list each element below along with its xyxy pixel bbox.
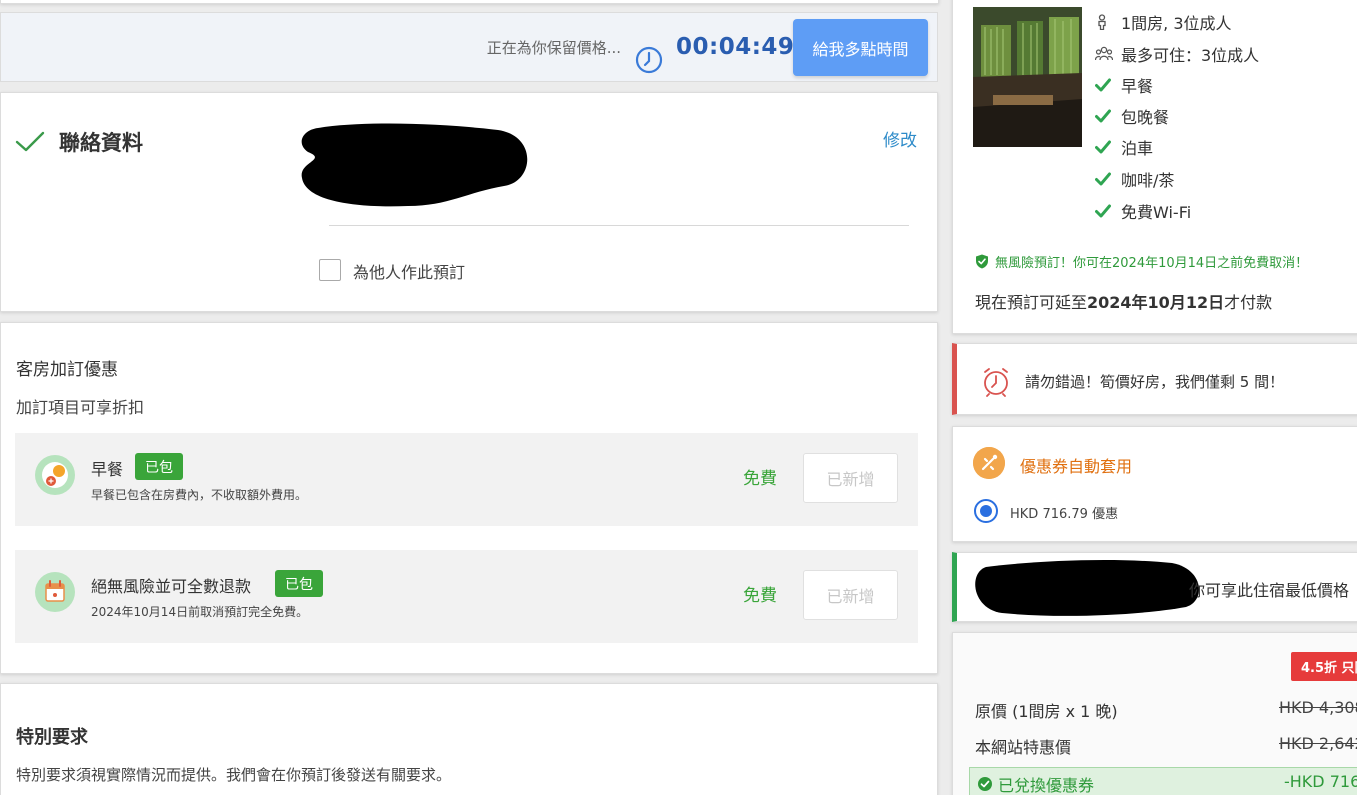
included-badge: 已包 xyxy=(135,453,183,480)
book-for-other-label[interactable]: 為他人作此預訂 xyxy=(353,259,465,283)
original-price-value: HKD 4,308 xyxy=(1279,698,1357,717)
coupon-amount[interactable]: HKD 716.79 優惠 xyxy=(1010,503,1118,522)
feature-breakfast: 早餐 xyxy=(1095,73,1153,97)
feature-coffee-tea: 咖啡/茶 xyxy=(1095,167,1174,191)
pay-later-prefix: 現在預訂可延至 xyxy=(975,293,1088,312)
coupon-applied-text: 已兌換優惠券 xyxy=(998,776,1095,795)
price-hold-text: 正在為你保留價格... xyxy=(486,39,621,57)
addons-title: 客房加訂優惠 xyxy=(16,360,118,380)
feature-text: 最多可住：3位成人 xyxy=(1121,46,1260,65)
coupon-applied-row: 已兌換優惠券 -HKD 716 xyxy=(969,767,1357,795)
check-icon xyxy=(1095,140,1121,154)
feature-text: 免費Wi-Fi xyxy=(1121,203,1192,222)
countdown-timer: 00:04:49 xyxy=(676,34,795,60)
scarcity-text: 請勿錯過！筍價好房，我們僅剩 5 間！ xyxy=(1025,373,1285,391)
pay-later-date: 2024年10月12日 xyxy=(1087,293,1225,312)
checkmark-icon xyxy=(15,131,45,157)
site-price-value: HKD 2,642 xyxy=(1279,734,1357,753)
pay-later-notice: 現在預訂可延至2024年10月12日才付款 xyxy=(975,289,1272,313)
coupon-applied-label: 已兌換優惠券 xyxy=(978,772,1094,795)
room-photo xyxy=(973,7,1082,147)
price-hold-bar: 正在為你保留價格... 00:04:49 給我多點時間 xyxy=(0,12,938,82)
scarcity-alert: 請勿錯過！筍價好房，我們僅剩 5 間！ xyxy=(952,343,1357,415)
check-icon xyxy=(1095,78,1121,92)
addon-breakfast: 早餐 已包 早餐已包含在房費內，不收取額外費用。 免費 已新增 xyxy=(15,433,918,526)
feature-text: 泊車 xyxy=(1121,139,1154,158)
coupon-title: 優惠券自動套用 xyxy=(1020,457,1133,476)
edit-contact-link[interactable]: 修改 xyxy=(883,126,917,151)
feature-rooms-guests: 1間房, 3位成人 xyxy=(1095,10,1232,34)
site-price-label: 本網站特惠價 xyxy=(975,738,1072,757)
feature-parking: 泊車 xyxy=(1095,135,1153,159)
addon-name: 早餐 xyxy=(91,460,124,479)
redacted-text xyxy=(972,559,1202,617)
addon-description: 早餐已包含在房費內，不收取額外費用。 xyxy=(91,488,308,502)
feature-max-occupancy: 最多可住：3位成人 xyxy=(1095,42,1259,66)
feature-wifi: 免費Wi-Fi xyxy=(1095,199,1191,223)
alarm-clock-icon xyxy=(981,367,1011,401)
risk-free-notice: 無風險預訂！你可在2024年10月14日之前免費取消！ xyxy=(975,252,1308,271)
lowest-price-notice: 你可享此住宿最低價格 xyxy=(952,552,1357,622)
occupancy-icon xyxy=(1095,46,1121,62)
divider xyxy=(329,225,909,226)
feature-text: 包晚餐 xyxy=(1121,108,1170,127)
discount-badge: 4.5折 只限 xyxy=(1291,652,1357,681)
addon-free-cancellation: 絕無風險並可全數退款 已包 2024年10月14日前取消預訂完全免費。 免費 已… xyxy=(15,550,918,643)
feature-text: 1間房, 3位成人 xyxy=(1121,14,1232,33)
special-requests-card: 特別要求 特別要求須視實際情況而提供。我們會在你預訂後發送有關要求。 xyxy=(0,683,938,795)
price-summary-card: 4.5折 只限 原價 (1間房 x 1 晚) HKD 4,308 本網站特惠價 … xyxy=(952,632,1357,795)
special-requests-title: 特別要求 xyxy=(16,727,88,748)
check-icon xyxy=(1095,204,1121,218)
book-for-other-checkbox[interactable] xyxy=(319,259,341,281)
person-icon xyxy=(1095,14,1121,30)
previous-card-edge xyxy=(0,0,939,4)
room-summary-card: 1間房, 3位成人 最多可住：3位成人 早餐 包晚餐 泊車 咖啡/茶 免費Wi-… xyxy=(952,0,1357,334)
calendar-icon xyxy=(35,572,75,612)
shield-check-icon xyxy=(975,254,989,269)
lowest-price-text: 你可享此住宿最低價格 xyxy=(1189,581,1350,600)
coupon-radio[interactable] xyxy=(974,499,998,523)
check-icon xyxy=(1095,172,1121,186)
feature-dinner: 包晚餐 xyxy=(1095,104,1169,128)
addon-description: 2024年10月14日前取消預訂完全免費。 xyxy=(91,605,309,619)
added-button[interactable]: 已新增 xyxy=(803,453,898,503)
addons-subtitle: 加訂項目可享折扣 xyxy=(16,398,145,417)
contact-title: 聯絡資料 xyxy=(59,131,143,155)
more-time-button[interactable]: 給我多點時間 xyxy=(793,19,928,76)
special-requests-subtitle: 特別要求須視實際情況而提供。我們會在你預訂後發送有關要求。 xyxy=(16,766,452,784)
contact-info-card: 聯絡資料 修改 為他人作此預訂 xyxy=(0,92,938,312)
breakfast-icon xyxy=(35,455,75,495)
redacted-contact-details xyxy=(298,122,530,208)
original-price-label: 原價 (1間房 x 1 晚) xyxy=(975,702,1118,721)
addon-price: 免費 xyxy=(743,469,777,489)
feature-text: 咖啡/茶 xyxy=(1121,171,1175,190)
coupon-card: 優惠券自動套用 HKD 716.79 優惠 xyxy=(952,426,1357,542)
addon-price: 免費 xyxy=(743,586,777,606)
added-button[interactable]: 已新增 xyxy=(803,570,898,620)
check-circle-icon xyxy=(978,777,992,791)
clock-icon xyxy=(635,46,663,78)
included-badge: 已包 xyxy=(275,570,323,597)
room-addons-card: 客房加訂優惠 加訂項目可享折扣 早餐 已包 早餐已包含在房費內，不收取額外費用。… xyxy=(0,322,938,674)
check-icon xyxy=(1095,109,1121,123)
coupon-applied-value: -HKD 716 xyxy=(1284,772,1357,791)
coupon-icon xyxy=(973,447,1005,479)
addon-name: 絕無風險並可全數退款 xyxy=(91,577,252,596)
risk-free-text: 無風險預訂！你可在2024年10月14日之前免費取消！ xyxy=(995,256,1309,271)
feature-text: 早餐 xyxy=(1121,77,1154,96)
pay-later-suffix: 才付款 xyxy=(1224,293,1273,312)
